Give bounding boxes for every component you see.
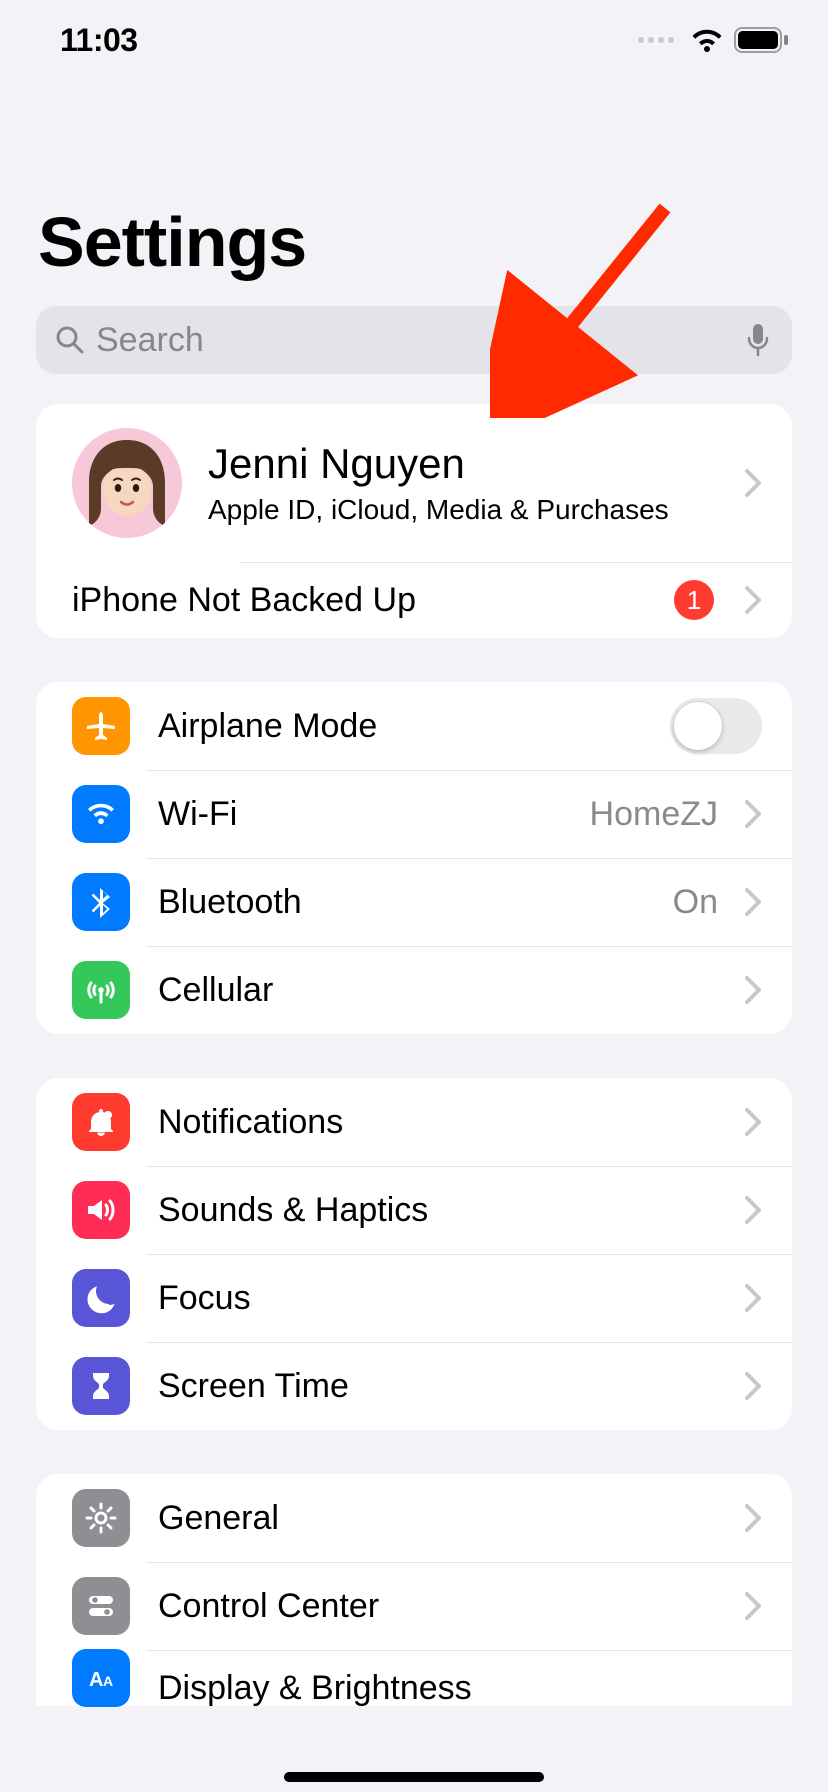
search-input[interactable] xyxy=(94,320,746,361)
text-size-icon: AA xyxy=(72,1649,130,1707)
chevron-right-icon xyxy=(744,1503,762,1533)
airplane-mode-toggle[interactable] xyxy=(670,698,762,754)
backup-label: iPhone Not Backed Up xyxy=(72,581,674,620)
speaker-icon xyxy=(72,1181,130,1239)
display-brightness-row[interactable]: AA Display & Brightness xyxy=(36,1650,792,1706)
signal-dots-icon xyxy=(638,37,674,43)
chevron-right-icon xyxy=(744,1371,762,1401)
row-label: Focus xyxy=(158,1279,734,1318)
notifications-row[interactable]: Notifications xyxy=(36,1078,792,1166)
chevron-right-icon xyxy=(744,468,762,498)
airplane-icon xyxy=(72,697,130,755)
chevron-right-icon xyxy=(744,1195,762,1225)
row-label: Bluetooth xyxy=(158,883,673,922)
chevron-right-icon xyxy=(744,975,762,1005)
gear-icon xyxy=(72,1489,130,1547)
sounds-row[interactable]: Sounds & Haptics xyxy=(36,1166,792,1254)
row-label: Sounds & Haptics xyxy=(158,1191,734,1230)
svg-text:A: A xyxy=(89,1669,103,1691)
profile-name: Jenni Nguyen xyxy=(208,440,734,488)
chevron-right-icon xyxy=(744,1107,762,1137)
focus-row[interactable]: Focus xyxy=(36,1254,792,1342)
chevron-right-icon xyxy=(744,799,762,829)
profile-subtitle: Apple ID, iCloud, Media & Purchases xyxy=(208,494,734,526)
chevron-right-icon xyxy=(744,1591,762,1621)
row-label: Notifications xyxy=(158,1103,734,1142)
search-bar[interactable] xyxy=(36,306,792,374)
avatar xyxy=(72,428,182,538)
row-label: Airplane Mode xyxy=(158,707,670,746)
row-value: On xyxy=(673,883,718,922)
bluetooth-icon xyxy=(72,873,130,931)
airplane-mode-row[interactable]: Airplane Mode xyxy=(36,682,792,770)
general-row[interactable]: General xyxy=(36,1474,792,1562)
toggles-icon xyxy=(72,1577,130,1635)
attention-block: Notifications Sounds & Haptics Focus Scr… xyxy=(36,1078,792,1430)
notifications-icon xyxy=(72,1093,130,1151)
status-right xyxy=(638,27,790,53)
wifi-icon xyxy=(690,27,724,53)
row-label: Cellular xyxy=(158,971,734,1010)
row-label: Display & Brightness xyxy=(158,1669,762,1708)
notification-badge: 1 xyxy=(674,580,714,620)
status-time: 11:03 xyxy=(60,22,138,59)
chevron-right-icon xyxy=(744,887,762,917)
row-label: Screen Time xyxy=(158,1367,734,1406)
row-label: Wi-Fi xyxy=(158,795,590,834)
general-block: General Control Center AA Display & Brig… xyxy=(36,1474,792,1706)
apple-id-row[interactable]: Jenni Nguyen Apple ID, iCloud, Media & P… xyxy=(36,404,792,562)
row-label: General xyxy=(158,1499,734,1538)
profile-block: Jenni Nguyen Apple ID, iCloud, Media & P… xyxy=(36,404,792,638)
svg-text:A: A xyxy=(103,1673,113,1689)
microphone-icon[interactable] xyxy=(746,323,770,357)
home-indicator[interactable] xyxy=(284,1772,544,1782)
row-value: HomeZJ xyxy=(590,795,718,834)
row-label: Control Center xyxy=(158,1587,734,1626)
control-center-row[interactable]: Control Center xyxy=(36,1562,792,1650)
moon-icon xyxy=(72,1269,130,1327)
chevron-right-icon xyxy=(744,1283,762,1313)
connectivity-block: Airplane Mode Wi-Fi HomeZJ Bluetooth On … xyxy=(36,682,792,1034)
search-icon xyxy=(54,324,86,356)
status-bar: 11:03 xyxy=(0,0,828,70)
wifi-row[interactable]: Wi-Fi HomeZJ xyxy=(36,770,792,858)
cellular-icon xyxy=(72,961,130,1019)
wifi-icon xyxy=(72,785,130,843)
cellular-row[interactable]: Cellular xyxy=(36,946,792,1034)
backup-row[interactable]: iPhone Not Backed Up 1 xyxy=(36,562,792,638)
bluetooth-row[interactable]: Bluetooth On xyxy=(36,858,792,946)
chevron-right-icon xyxy=(744,585,762,615)
screen-time-row[interactable]: Screen Time xyxy=(36,1342,792,1430)
hourglass-icon xyxy=(72,1357,130,1415)
page-title: Settings xyxy=(38,202,828,282)
battery-icon xyxy=(734,27,790,53)
